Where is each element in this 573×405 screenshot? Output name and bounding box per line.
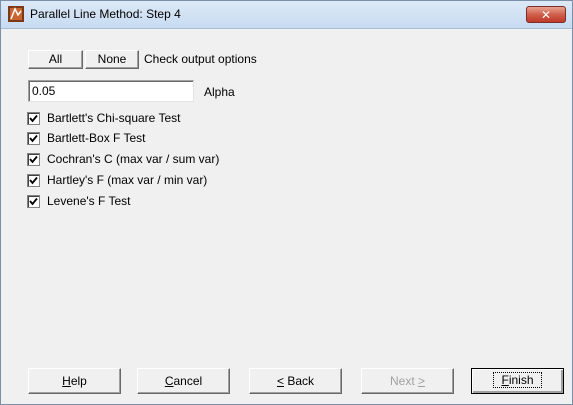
alpha-input[interactable] (28, 80, 194, 102)
app-icon (8, 6, 24, 22)
help-button[interactable]: Help (28, 368, 121, 394)
finish-button[interactable]: Finish (471, 368, 564, 394)
close-icon: ✕ (540, 8, 552, 22)
checkbox[interactable] (27, 132, 40, 145)
dialog-window: Parallel Line Method: Step 4 ✕ All None … (0, 0, 573, 405)
check-label: Bartlett-Box F Test (47, 131, 146, 145)
cancel-button[interactable]: Cancel (137, 368, 230, 394)
check-label: Cochran's C (max var / sum var) (47, 152, 220, 166)
checkmark-icon (29, 114, 38, 123)
checkmark-icon (29, 134, 38, 143)
checkbox[interactable] (27, 174, 40, 187)
checkbox[interactable] (27, 153, 40, 166)
output-options-hint: Check output options (144, 52, 257, 66)
alpha-label: Alpha (204, 85, 235, 99)
alpha-input-field[interactable] (29, 81, 192, 98)
checkmark-icon (29, 197, 38, 206)
back-button[interactable]: < Back (249, 368, 342, 394)
checkbox[interactable] (27, 112, 40, 125)
select-none-button[interactable]: None (85, 50, 139, 69)
close-button[interactable]: ✕ (526, 6, 566, 23)
check-label: Levene's F Test (47, 194, 131, 208)
title-bar[interactable]: Parallel Line Method: Step 4 ✕ (1, 1, 572, 29)
check-label: Bartlett's Chi-square Test (47, 111, 181, 125)
window-title: Parallel Line Method: Step 4 (30, 7, 181, 21)
next-button[interactable]: Next > (361, 368, 454, 394)
focus-rect: Finish (493, 372, 542, 388)
checkmark-icon (29, 176, 38, 185)
checkbox[interactable] (27, 195, 40, 208)
select-all-button[interactable]: All (28, 50, 83, 69)
checkmark-icon (29, 155, 38, 164)
check-label: Hartley's F (max var / min var) (47, 173, 208, 187)
